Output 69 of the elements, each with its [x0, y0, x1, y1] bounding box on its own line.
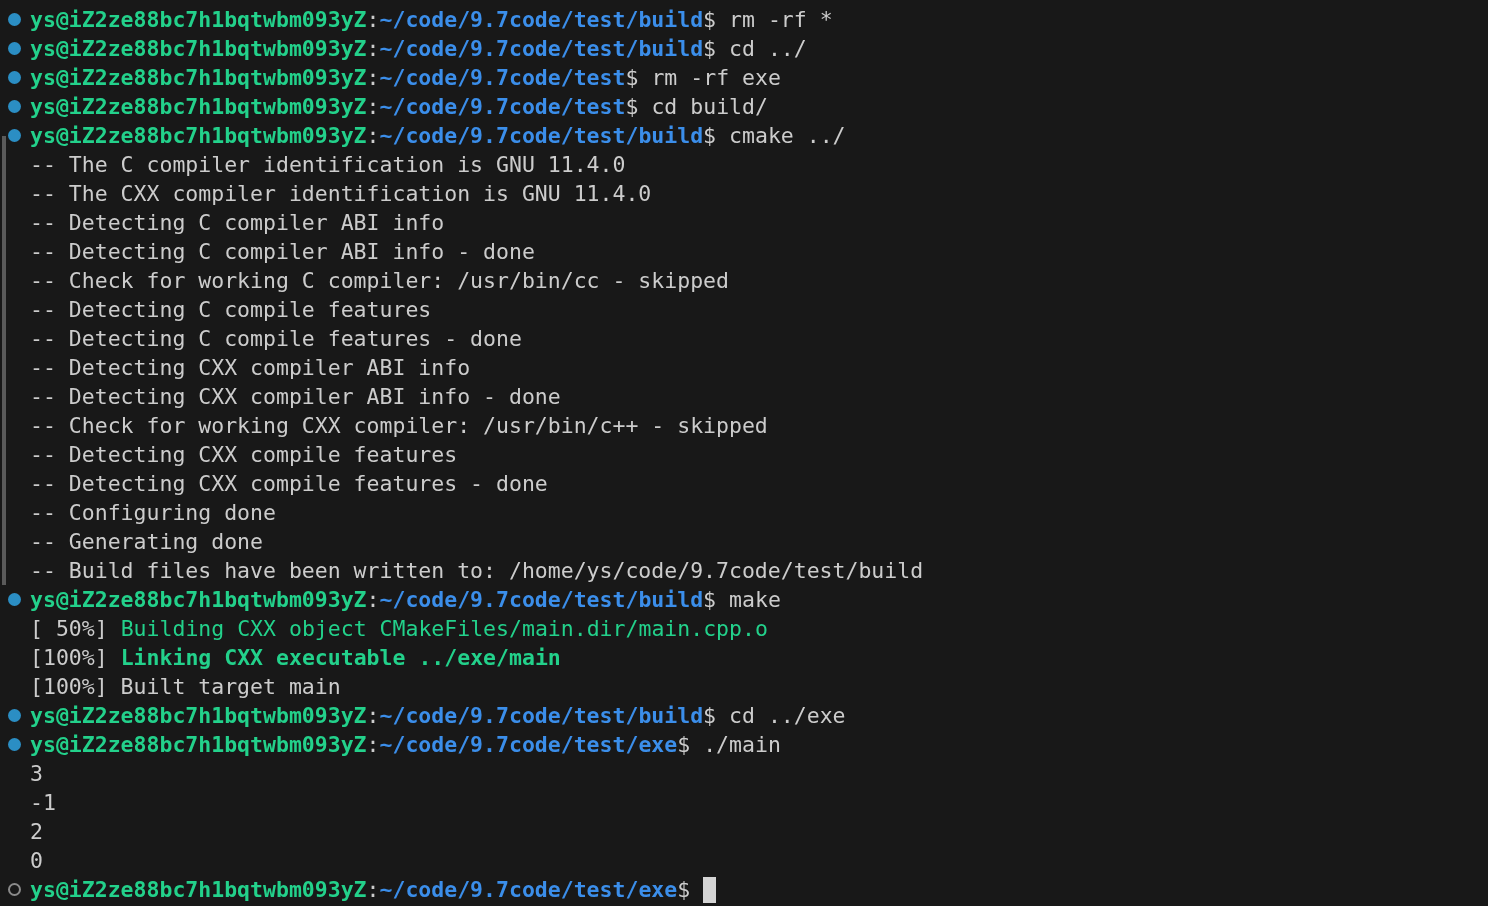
prompt-path: ~/code/9.7code/test/build [379, 122, 704, 150]
prompt-user: ys@iZ2ze88bc7h1bqtwbm093yZ [30, 876, 367, 904]
prompt-separator: : [366, 702, 380, 730]
output-text: [100%] Built target main [30, 673, 341, 701]
prompt-dollar: $ [625, 64, 639, 92]
prompt-path: ~/code/9.7code/test/exe [379, 876, 678, 904]
prompt-path: ~/code/9.7code/test/exe [379, 731, 678, 759]
prompt-path: ~/code/9.7code/test/build [379, 702, 704, 730]
output-text: -- Build files have been written to: /home/ys/code/9.7code/test/build [30, 557, 924, 585]
command-text: rm -rf exe [651, 64, 781, 92]
output-text: -- Detecting CXX compile features [30, 441, 458, 469]
prompt-user: ys@iZ2ze88bc7h1bqtwbm093yZ [30, 64, 367, 92]
output-text: -1 [30, 789, 56, 817]
prompt-dollar: $ [625, 93, 639, 121]
output-text: 2 [30, 818, 43, 846]
output-text: -- Check for working CXX compiler: /usr/bin/c++ - skipped [30, 412, 768, 440]
output-text: -- Check for working C compiler: /usr/bin/cc - skipped [30, 267, 729, 295]
prompt-path: ~/code/9.7code/test/build [379, 6, 704, 34]
build-step-text: Building CXX object CMakeFiles/main.dir/main.cpp.o [120, 615, 768, 643]
prompt-dollar: $ [703, 586, 717, 614]
prompt-user: ys@iZ2ze88bc7h1bqtwbm093yZ [30, 122, 367, 150]
prompt-separator: : [366, 35, 380, 63]
progress-text: [ 50%] [30, 615, 108, 643]
prompt-path: ~/code/9.7code/test [379, 93, 626, 121]
prompt-separator: : [366, 122, 380, 150]
prompt-path: ~/code/9.7code/test [379, 64, 626, 92]
command-text: rm -rf * [729, 6, 833, 34]
build-step-text: Linking CXX executable ../exe/main [120, 644, 561, 672]
prompt-user: ys@iZ2ze88bc7h1bqtwbm093yZ [30, 731, 367, 759]
output-text: -- Detecting CXX compiler ABI info - done [30, 383, 561, 411]
output-text: -- Generating done [30, 528, 263, 556]
prompt-user: ys@iZ2ze88bc7h1bqtwbm093yZ [30, 6, 367, 34]
command-text: cd ../exe [729, 702, 846, 730]
progress-text: [100%] [30, 644, 108, 672]
prompt-dollar: $ [703, 35, 717, 63]
output-text: -- The C compiler identification is GNU 11.4.0 [30, 151, 626, 179]
command-text: cmake ../ [729, 122, 846, 150]
output-text: 3 [30, 760, 43, 788]
command-text: cd ../ [729, 35, 807, 63]
prompt-separator: : [366, 64, 380, 92]
output-text: 0 [30, 847, 43, 875]
output-text: -- Detecting C compiler ABI info - done [30, 238, 535, 266]
prompt-user: ys@iZ2ze88bc7h1bqtwbm093yZ [30, 93, 367, 121]
output-text: -- Detecting CXX compile features - done [30, 470, 548, 498]
prompt-dollar: $ [703, 702, 717, 730]
prompt-separator: : [366, 876, 380, 904]
cursor-icon [703, 877, 717, 903]
command-text: ./main [703, 731, 781, 759]
prompt-user: ys@iZ2ze88bc7h1bqtwbm093yZ [30, 586, 367, 614]
command-text: cd build/ [651, 93, 768, 121]
prompt-user: ys@iZ2ze88bc7h1bqtwbm093yZ [30, 35, 367, 63]
prompt-user: ys@iZ2ze88bc7h1bqtwbm093yZ [30, 702, 367, 730]
output-text: -- Detecting C compiler ABI info [30, 209, 445, 237]
prompt-path: ~/code/9.7code/test/build [379, 35, 704, 63]
prompt-separator: : [366, 6, 380, 34]
prompt-dollar: $ [703, 122, 717, 150]
prompt-dollar: $ [703, 6, 717, 34]
command-text: make [729, 586, 781, 614]
prompt-separator: : [366, 586, 380, 614]
output-text: -- The CXX compiler identification is GNU 11.4.0 [30, 180, 652, 208]
output-text: -- Detecting C compile features [30, 296, 432, 324]
prompt-separator: : [366, 93, 380, 121]
output-text: -- Configuring done [30, 499, 276, 527]
prompt-path: ~/code/9.7code/test/build [379, 586, 704, 614]
prompt-separator: : [366, 731, 380, 759]
output-text: -- Detecting CXX compiler ABI info [30, 354, 471, 382]
output-text: -- Detecting C compile features - done [30, 325, 522, 353]
prompt-dollar: $ [677, 876, 691, 904]
prompt-dollar: $ [677, 731, 691, 759]
